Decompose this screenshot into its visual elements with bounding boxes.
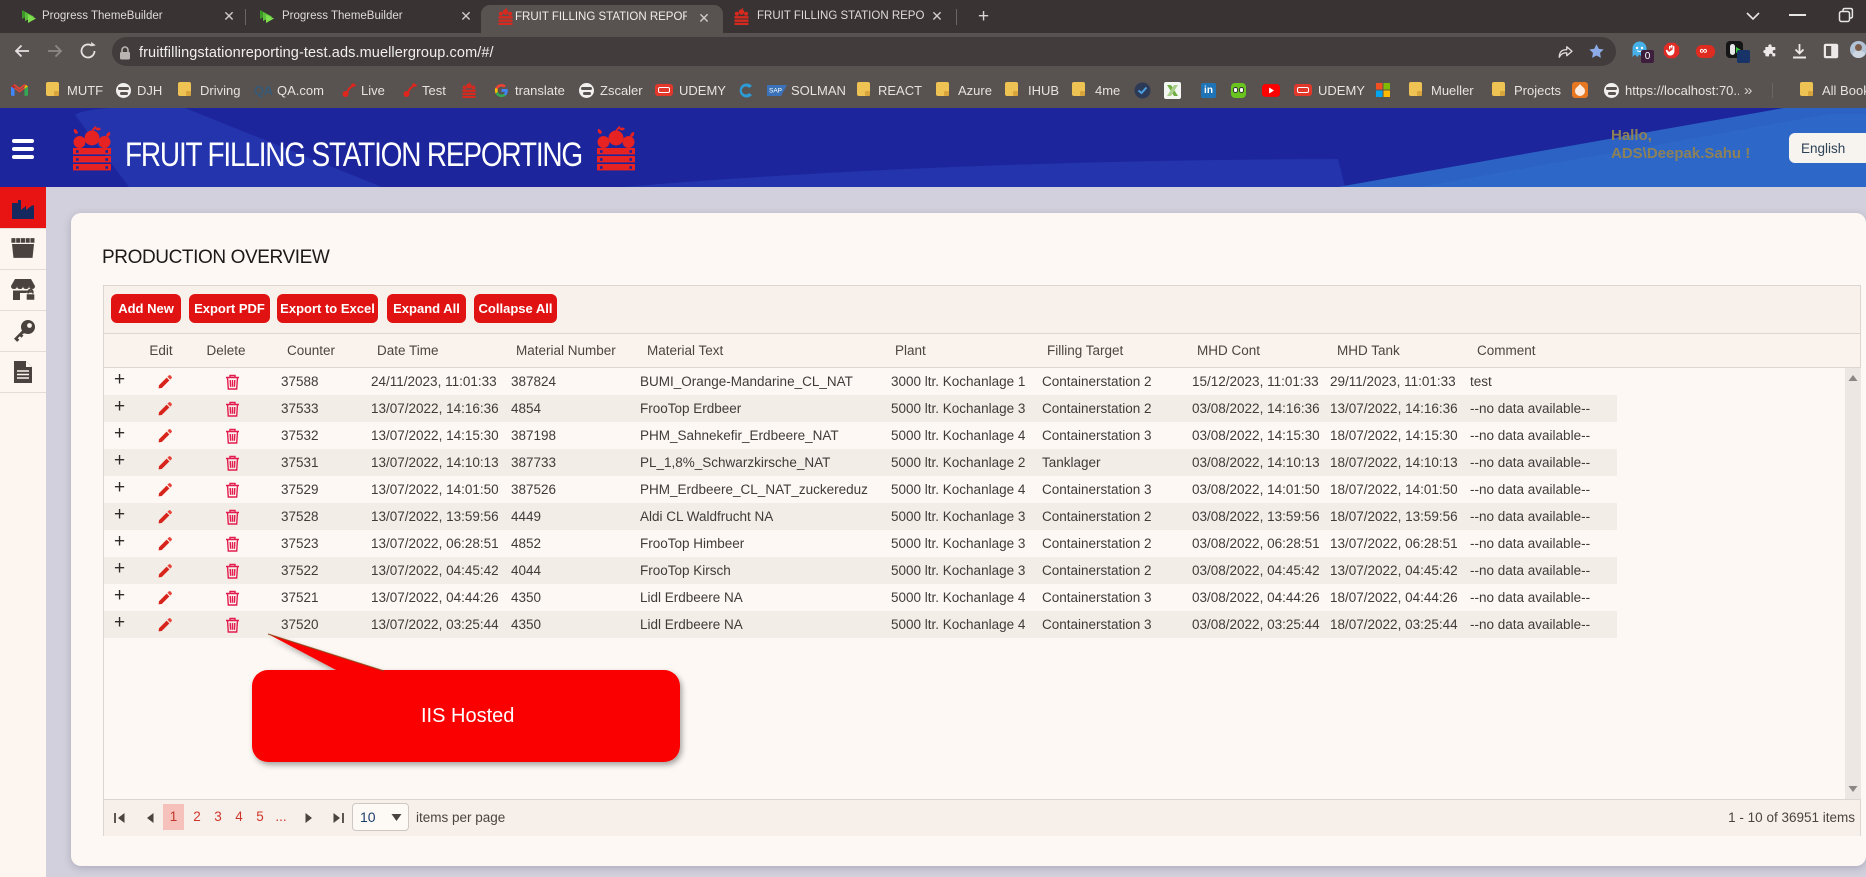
svg-text:SAP: SAP — [769, 88, 782, 95]
svg-text:IIS Hosted: IIS Hosted — [421, 705, 514, 727]
